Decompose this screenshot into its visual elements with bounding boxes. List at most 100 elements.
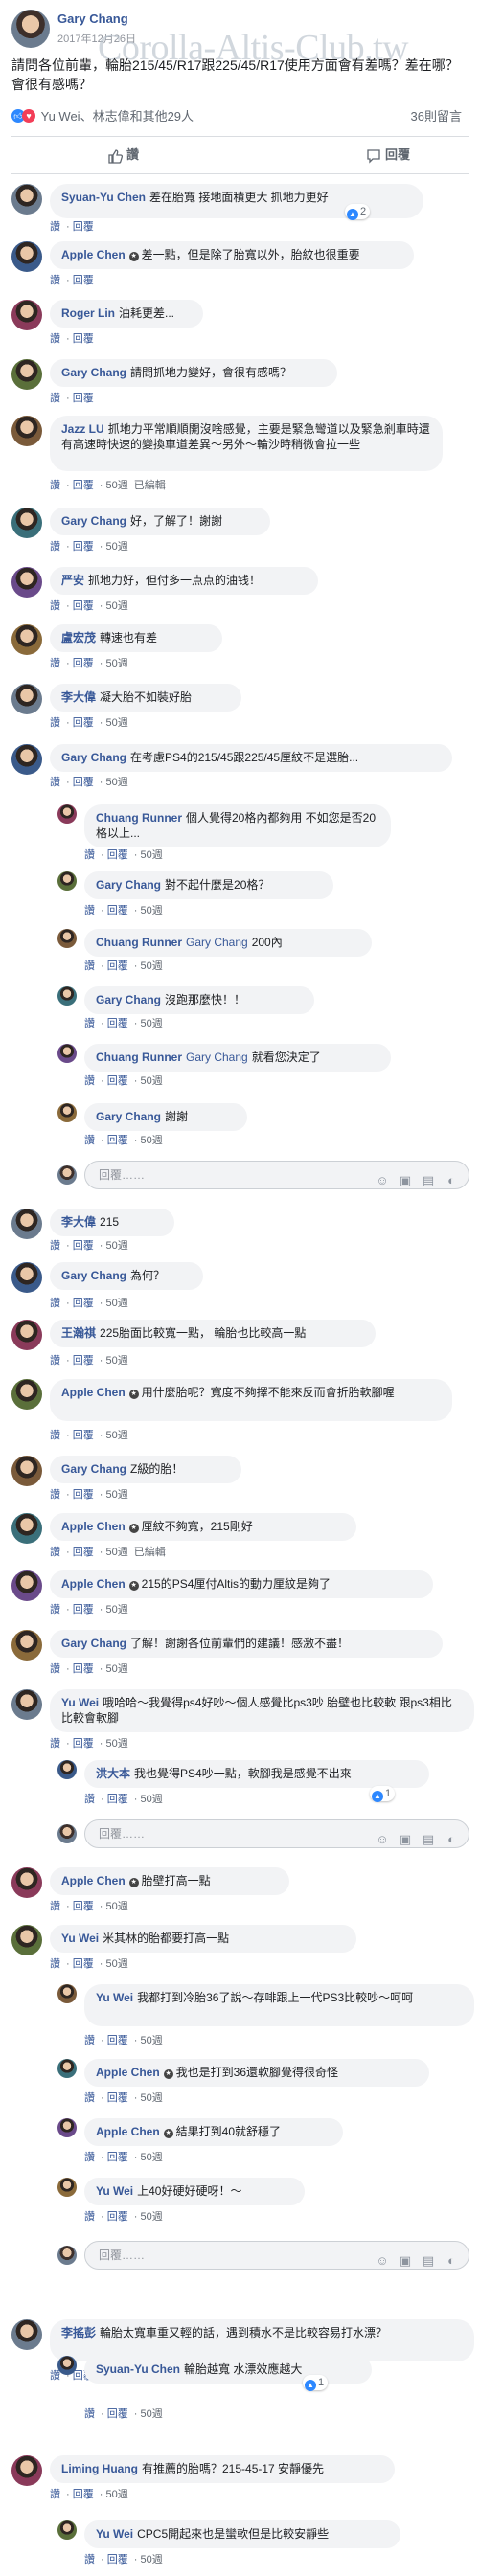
comment-like-count[interactable]: ▲ 1	[303, 2375, 329, 2391]
comment-reply-link[interactable]: 回覆	[73, 600, 94, 612]
comment-reply-link[interactable]: 回覆	[107, 1135, 128, 1146]
comment-timestamp[interactable]: 50週	[140, 2092, 162, 2104]
comment-author[interactable]: Gary Chang	[61, 514, 126, 528]
comment-author[interactable]: 盧宏茂	[61, 631, 96, 644]
comment-author[interactable]: Yu Wei	[96, 1991, 133, 2004]
commenter-avatar[interactable]	[57, 929, 77, 948]
comment-like-count[interactable]: ▲ 1	[370, 1786, 396, 1802]
mention-tag[interactable]: Gary Chang	[186, 936, 248, 949]
sticker-icon[interactable]: ◐	[444, 1173, 459, 1188]
comment-reply-link[interactable]: 回覆	[107, 2554, 128, 2565]
comment-like-link[interactable]: 讚	[84, 1135, 95, 1146]
commenter-avatar[interactable]	[11, 1630, 42, 1661]
comment-timestamp[interactable]: 50週	[105, 2489, 127, 2500]
comment-reply-link[interactable]: 回覆	[73, 1240, 94, 1252]
comment-like-link[interactable]: 讚	[50, 1489, 60, 1501]
reply-input[interactable]	[97, 1826, 263, 1842]
comment-author[interactable]: 李搖彭	[61, 2326, 96, 2339]
comment-count[interactable]: 36則留言	[411, 106, 462, 124]
comment-like-link[interactable]: 讚	[84, 1794, 95, 1805]
gif-icon[interactable]: ▤	[421, 2253, 436, 2269]
commenter-avatar[interactable]	[11, 416, 42, 446]
comment-reply-link[interactable]: 回覆	[73, 717, 94, 729]
comment-timestamp[interactable]: 50週	[140, 1075, 162, 1087]
comment-like-link[interactable]: 讚	[50, 1663, 60, 1675]
comment-author[interactable]: Apple Chen	[61, 1577, 126, 1591]
commenter-avatar[interactable]	[11, 2455, 42, 2486]
comment-author[interactable]: Gary Chang	[96, 878, 161, 892]
comment-like-link[interactable]: 讚	[50, 1240, 60, 1252]
comment-reply-link[interactable]: 回覆	[73, 221, 94, 233]
commenter-avatar[interactable]	[11, 1379, 42, 1410]
commenter-avatar[interactable]	[11, 567, 42, 598]
comment-author[interactable]: Liming Huang	[61, 2462, 138, 2475]
comment-author[interactable]: Apple Chen	[61, 248, 126, 261]
comment-author[interactable]: Gary Chang	[61, 1462, 126, 1476]
reply-input-field[interactable]: ☺ ▣ ▤ ◐	[84, 1161, 469, 1189]
comment-like-link[interactable]: 讚	[50, 1604, 60, 1616]
sticker-icon[interactable]: ◐	[444, 1832, 459, 1847]
comment-author[interactable]: Yu Wei	[96, 2184, 133, 2198]
comment-timestamp[interactable]: 50週	[105, 480, 127, 491]
reactions-summary[interactable]: 👍︎ ♥ Yu Wei、林志偉和其他29人 36則留言	[11, 106, 471, 125]
reply-input[interactable]	[97, 2248, 263, 2263]
comment-like-link[interactable]: 讚	[50, 1355, 60, 1367]
comment-author[interactable]: Syuan-Yu Chen	[96, 2362, 180, 2376]
comment-like-link[interactable]: 讚	[84, 1075, 95, 1087]
commenter-avatar[interactable]	[57, 2356, 77, 2375]
camera-icon[interactable]: ▣	[398, 1173, 413, 1188]
commenter-avatar[interactable]	[11, 241, 42, 272]
comment-timestamp[interactable]: 50週	[105, 1958, 127, 1970]
commenter-avatar[interactable]	[11, 1262, 42, 1293]
comment-timestamp[interactable]: 50週	[105, 658, 127, 669]
comment-reply-link[interactable]: 回覆	[107, 905, 128, 916]
comment-author[interactable]: Apple Chen	[61, 1386, 126, 1399]
comment-author[interactable]: Yu Wei	[96, 2527, 133, 2541]
comment-reply-link[interactable]: 回覆	[73, 541, 94, 553]
comment-timestamp[interactable]: 50週	[140, 2035, 162, 2046]
comment-like-link[interactable]: 讚	[50, 1547, 60, 1558]
comment-reply-link[interactable]: 回覆	[73, 658, 94, 669]
commenter-avatar[interactable]	[57, 1984, 77, 2003]
reaction-names[interactable]: Yu Wei、林志偉和其他29人	[41, 109, 194, 124]
emoji-icon[interactable]: ☺	[375, 2253, 390, 2269]
emoji-icon[interactable]: ☺	[375, 1832, 390, 1847]
commenter-avatar[interactable]	[11, 300, 42, 330]
comment-like-link[interactable]: 讚	[50, 541, 60, 553]
comment-timestamp[interactable]: 50週	[140, 960, 162, 972]
comment-timestamp[interactable]: 50週	[105, 1604, 127, 1616]
comment-timestamp[interactable]: 50週	[140, 1018, 162, 1029]
comment-author[interactable]: 李大偉	[61, 690, 96, 704]
commenter-avatar[interactable]	[11, 2319, 42, 2350]
commenter-avatar[interactable]	[57, 2520, 77, 2540]
commenter-avatar[interactable]	[57, 1044, 77, 1063]
comment-reply-link[interactable]: 回覆	[73, 393, 94, 404]
post-author-name[interactable]: Gary Chang	[57, 11, 128, 26]
comment-reply-link[interactable]: 回覆	[73, 1901, 94, 1912]
commenter-avatar[interactable]	[57, 804, 77, 824]
comment-author[interactable]: Chuang Runner	[96, 936, 182, 949]
comment-like-link[interactable]: 讚	[50, 1901, 60, 1912]
comment-like-link[interactable]: 讚	[84, 905, 95, 916]
comment-author[interactable]: Gary Chang	[61, 1269, 126, 1282]
comment-reply-link[interactable]: 回覆	[73, 1298, 94, 1309]
comment-like-link[interactable]: 讚	[50, 717, 60, 729]
comment-author[interactable]: Gary Chang	[61, 1637, 126, 1650]
comment-like-link[interactable]: 讚	[50, 1298, 60, 1309]
comment-reply-link[interactable]: 回覆	[107, 1018, 128, 1029]
sticker-icon[interactable]: ◐	[444, 2253, 459, 2269]
comment-timestamp[interactable]: 50週	[105, 1663, 127, 1675]
comment-author[interactable]: Gary Chang	[61, 366, 126, 379]
comment-reply-link[interactable]: 回覆	[73, 1663, 94, 1675]
reply-input-field[interactable]: ☺ ▣ ▤ ◐	[84, 2241, 469, 2270]
comment-timestamp[interactable]: 50週	[140, 2554, 162, 2565]
comment-author[interactable]: Chuang Runner	[96, 1051, 182, 1064]
commenter-avatar[interactable]	[57, 2118, 77, 2137]
comment-timestamp[interactable]: 50週	[105, 1489, 127, 1501]
comment-reply-link[interactable]: 回覆	[73, 777, 94, 788]
commenter-avatar[interactable]	[57, 2178, 77, 2197]
comment-timestamp[interactable]: 50週	[105, 717, 127, 729]
commenter-avatar[interactable]	[11, 1570, 42, 1601]
comment-like-link[interactable]: 讚	[84, 1018, 95, 1029]
comment-like-count[interactable]: ▲ 2	[345, 204, 371, 220]
